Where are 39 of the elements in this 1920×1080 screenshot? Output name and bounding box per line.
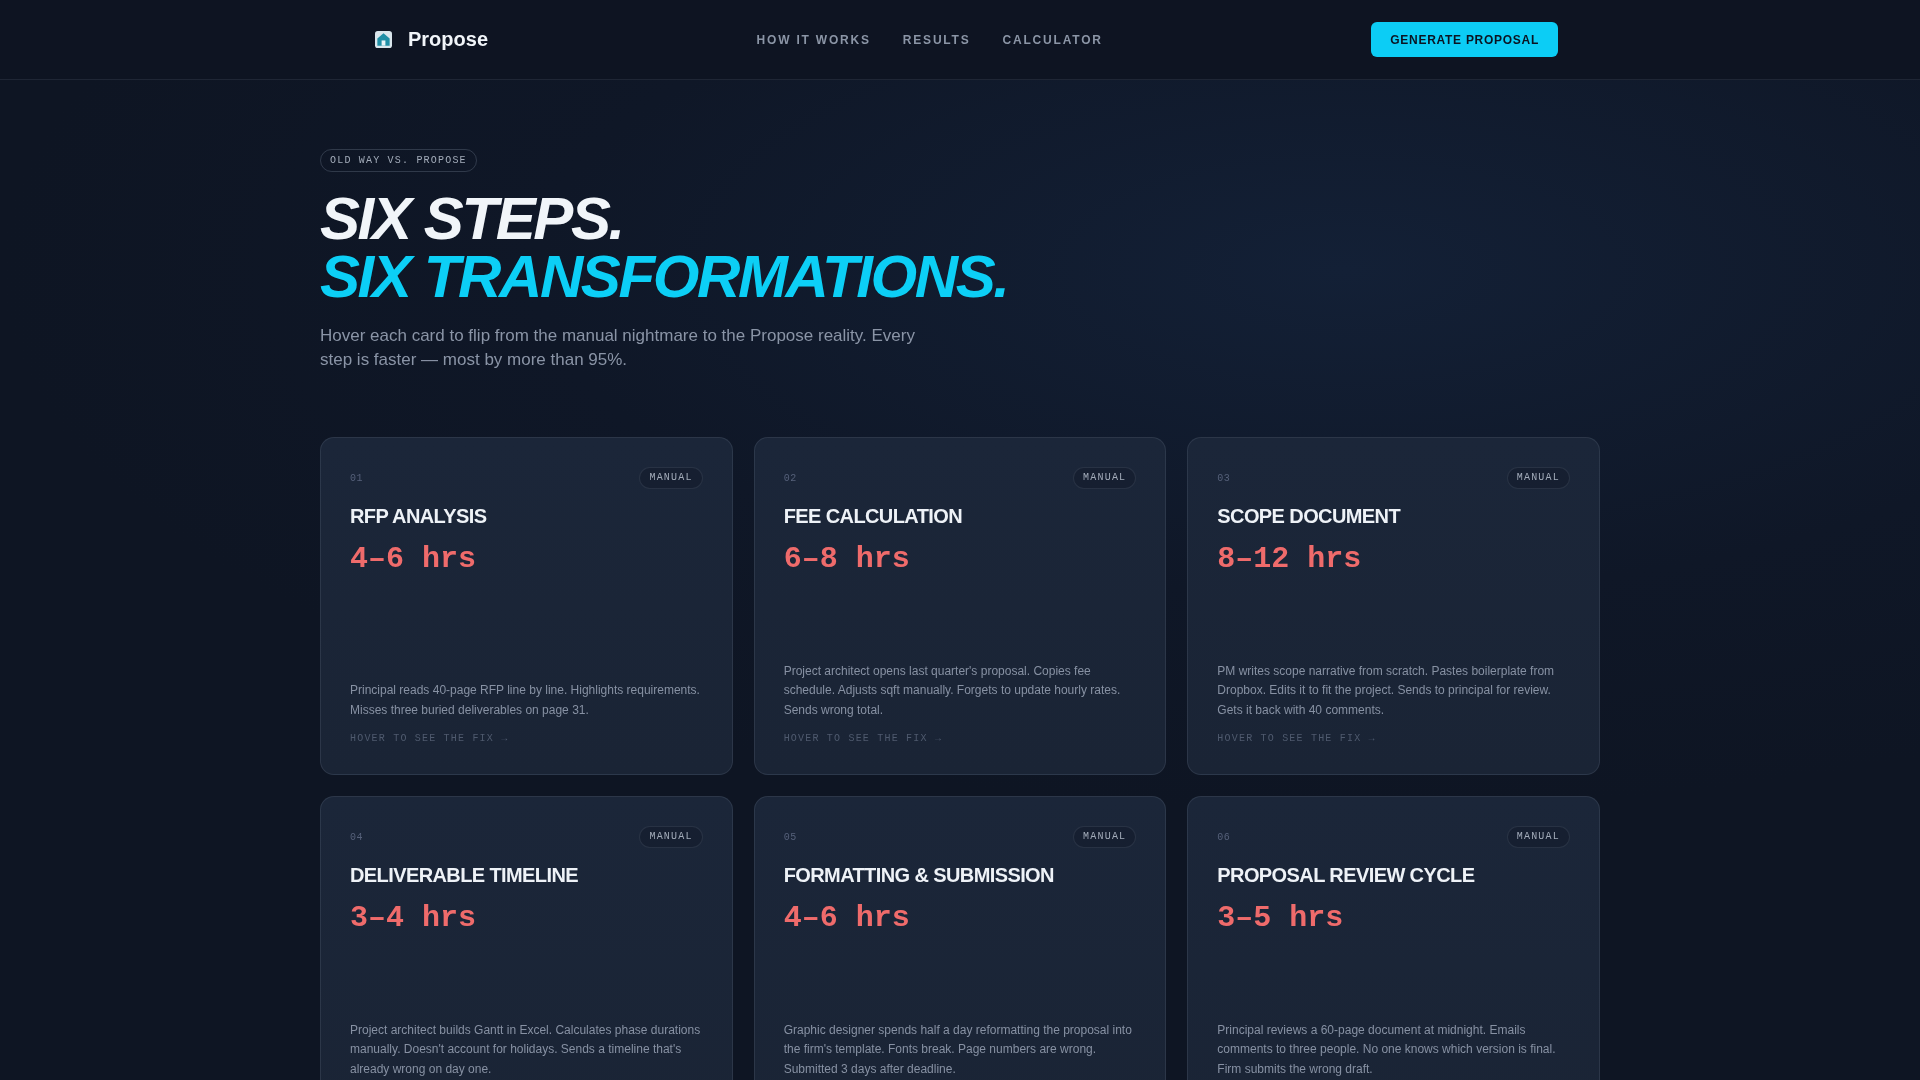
manual-tag: MANUAL (1073, 467, 1137, 489)
manual-tag: MANUAL (1506, 826, 1570, 848)
step-number: 02 (783, 472, 797, 484)
manual-tag: MANUAL (639, 826, 703, 848)
manual-tag: MANUAL (1506, 467, 1570, 489)
headline-text: SIX STEPS. (320, 190, 624, 248)
nav-link[interactable]: RESULTS (902, 32, 971, 47)
headline-highlight-text: SIX TRANSFORMATIONS. (320, 248, 1009, 306)
step-title: SCOPE DOCUMENT (1217, 504, 1402, 528)
step-description: Principal reads 40-page RFP line by line. Highlights requirements. Misses three buried deliverables on page 31. (350, 682, 701, 719)
time-estimate: 8–12 hrs (1217, 541, 1363, 577)
step-description: Project architect opens last quarter's proposal. Copies fee schedule. Adjusts sqft manually. Forgets to update hourly rates. Sends wrong total. (783, 662, 1122, 719)
nav-link[interactable]: HOW IT WORKS (756, 32, 871, 47)
step-number: 01 (350, 472, 363, 484)
manual-tag: MANUAL (1073, 826, 1137, 848)
step-description: Graphic designer spends half a day reformatting the proposal into the firm's template. Fonts break. Page numbers are wrong. Submitted 3 days after deadline. (783, 1021, 1133, 1078)
brand-name[interactable]: Propose (408, 28, 489, 51)
step-title: PROPOSAL REVIEW CYCLE (1217, 863, 1476, 887)
step-number: 05 (783, 831, 797, 843)
time-estimate: 3–4 hrs (350, 900, 478, 936)
time-estimate: 4–6 hrs (783, 900, 911, 936)
time-estimate: 3–5 hrs (1217, 900, 1345, 936)
intro-paragraph: Hover each card to flip from the manual nightmare to the Propose reality. Every step is faster — most by more than 95%. (320, 325, 916, 371)
generate-proposal-button[interactable]: GENERATE PROPOSAL (1371, 22, 1558, 57)
house-logo-icon[interactable] (375, 31, 392, 48)
manual-tag: MANUAL (639, 467, 703, 489)
step-description: Principal reviews a 60-page document at midnight. Emails comments to three people. No one knows which version is final. Firm submits the wrong draft. (1217, 1021, 1557, 1078)
step-number: 06 (1217, 831, 1231, 843)
step-title: DELIVERABLE TIMELINE (350, 863, 579, 887)
step-description: PM writes scope narrative from scratch. Pastes boilerplate from Dropbox. Edits it to fit the project. Sends to principal for review. Gets it back with 40 comments. (1217, 662, 1556, 719)
time-estimate: 6–8 hrs (783, 541, 911, 577)
nav-link[interactable]: CALCULATOR (1002, 32, 1103, 47)
step-title: RFP ANALYSIS (350, 504, 488, 528)
step-number: 03 (1217, 472, 1231, 484)
step-title: FORMATTING & SUBMISSION (783, 863, 1055, 887)
step-title: FEE CALCULATION (783, 504, 964, 528)
time-estimate: 4–6 hrs (350, 541, 478, 577)
step-number: 04 (350, 831, 363, 843)
step-description: Project architect builds Gantt in Excel. Calculates phase durations manually. Doesn't account for holidays. Sends a timeline that's already wrong on day one. (350, 1021, 702, 1078)
